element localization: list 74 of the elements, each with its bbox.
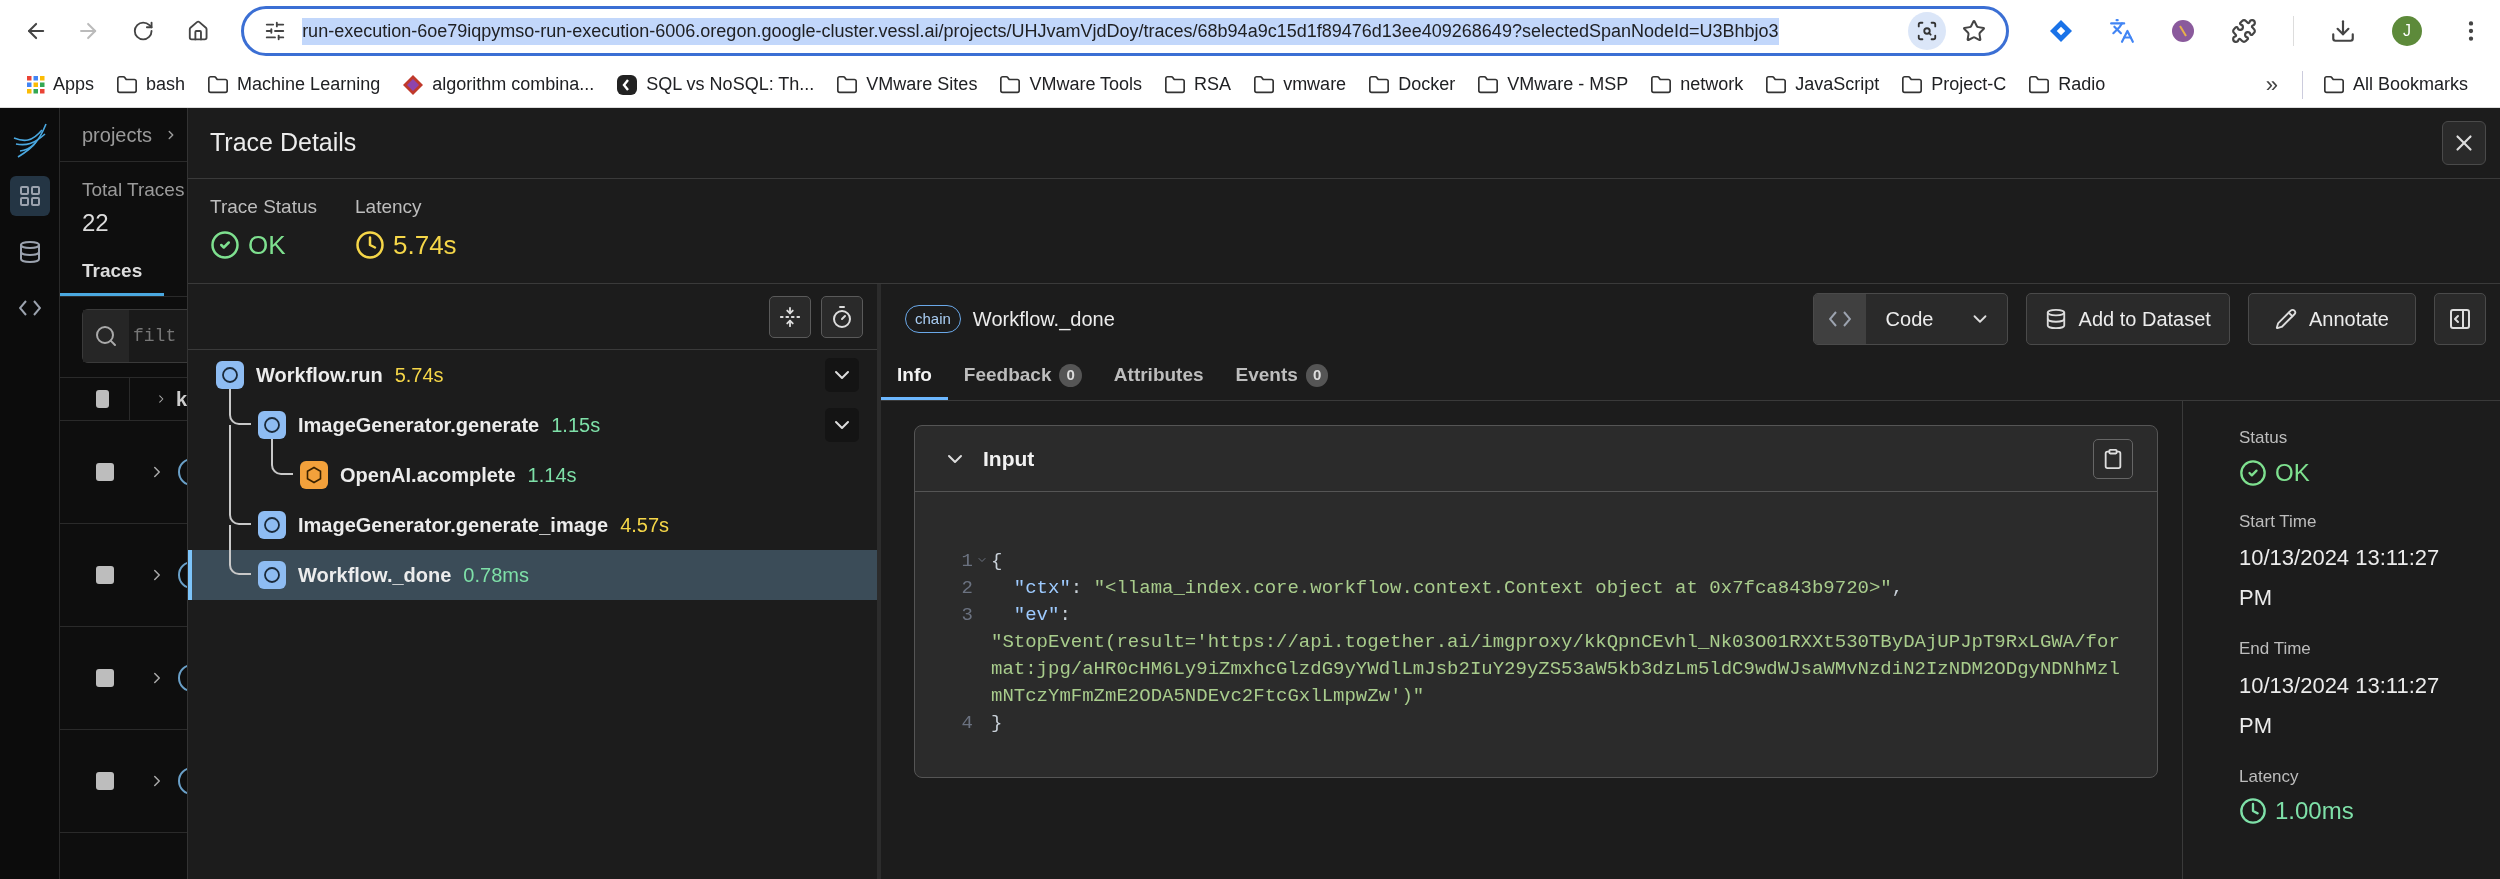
summary-label: Latency: [355, 195, 423, 219]
total-traces-label: Total Traces: [82, 178, 186, 202]
url-text[interactable]: run-execution-6oe79iqpymso-run-execution-6006.oregon.google-cluster.vessl.ai/projects/UHJvamVjdDoy/traces/68b94a9c15d1f89476d13ee409268649?selectedSpanNodeId=U3Bhbjo3: [302, 17, 1779, 45]
annotate-button[interactable]: Annotate: [2247, 293, 2416, 345]
filter-field[interactable]: filt: [82, 309, 187, 363]
bookmarks-overflow-button[interactable]: »: [2253, 68, 2290, 101]
span-duration: 0.78ms: [463, 563, 529, 588]
line-number: 3: [960, 603, 973, 628]
span-name: OpenAI.acomplete: [340, 463, 516, 488]
add-to-dataset-button[interactable]: Add to Dataset: [2025, 293, 2230, 345]
drawer-title: Trace Details: [210, 127, 357, 159]
bookmark-item[interactable]: VMware Tools: [988, 71, 1154, 98]
column-header: k: [175, 387, 187, 412]
section-title: Input: [983, 445, 1035, 472]
span-name: Workflow.run: [256, 363, 383, 388]
span-name: ImageGenerator.generate: [298, 413, 540, 438]
latency-value: 5.74s: [393, 228, 457, 262]
summary-label: Trace Status: [210, 195, 317, 219]
count-badge: 0: [1305, 364, 1329, 387]
detail-tab[interactable]: Info: [881, 354, 948, 400]
line-number: 1: [960, 549, 973, 574]
bookmark-item[interactable]: vmware: [1242, 71, 1358, 98]
status-value: OK: [2275, 457, 2310, 488]
bookmark-item[interactable]: RSA: [1153, 71, 1243, 98]
span-duration: 5.74s: [394, 363, 444, 388]
span-row[interactable]: Workflow.run 5.74s: [188, 350, 877, 400]
span-row[interactable]: ImageGenerator.generate_image 4.57s: [188, 500, 877, 550]
code-line: "ev":: [1012, 603, 1072, 628]
span-row[interactable]: Workflow._done 0.78ms: [188, 550, 877, 600]
detail-tab[interactable]: Feedback 0: [947, 354, 1098, 400]
detail-tab[interactable]: Attributes: [1097, 354, 1220, 400]
bookmark-item[interactable]: Apps: [16, 71, 106, 98]
span-name: Workflow._done: [298, 563, 452, 588]
attribute-value: 10/13/2024 13:11:27 PM: [2239, 671, 2441, 740]
count-badge: 0: [1059, 364, 1082, 387]
attribute-label: Latency: [2239, 765, 2300, 788]
line-number: 4: [960, 711, 973, 736]
span-duration: 4.57s: [620, 513, 670, 538]
profile-avatar[interactable]: J: [2392, 16, 2422, 46]
status-value: OK: [248, 228, 286, 262]
breadcrumb-link[interactable]: projects: [82, 119, 153, 150]
total-traces-count: 22: [82, 207, 110, 238]
detail-tab[interactable]: Events 0: [1219, 354, 1345, 400]
bookmark-item[interactable]: VMware Sites: [825, 71, 989, 98]
all-bookmarks-item[interactable]: All Bookmarks: [2314, 71, 2476, 98]
line-number: 2: [960, 576, 973, 601]
attribute-label: End Time: [2239, 638, 2312, 660]
bookmark-item[interactable]: bash: [105, 71, 197, 98]
attribute-value: 10/13/2024 13:11:27 PM: [2239, 544, 2441, 612]
span-title: Workflow._done: [972, 307, 1115, 333]
span-row[interactable]: OpenAI.acomplete 1.14s: [188, 450, 877, 500]
view-mode-select[interactable]: Code: [1812, 293, 2008, 345]
code-string: "StopEvent(result='https://api.together.ai/imgproxy/kkQpnCEvhl_Nk03O01RXXt530TByDAjUPJpT9RxLGWA/format:jpg/aHR0cHM6Ly9iZmxhcGlzdG9yYWdlLmJsb2IuY29yZS53aW5kb3dzLm5ldC9wdWJsaWMvNzdiN2IzNDM2ODgyNDNhMzlmNTczYmFmZmE2ODA5NDEvc2FtcGxlLmpwZw')": [991, 630, 2120, 709]
traces-tab[interactable]: Traces: [60, 248, 164, 296]
attribute-label: Start Time: [2239, 510, 2318, 533]
address-bar[interactable]: run-execution-6oe79iqpymso-run-execution-6006.oregon.google-cluster.vessl.ai/projects/UHJvamVjdDoy/traces/68b94a9c15d1f89476d13ee409268649?selectedSpanNodeId=U3Bhbjo3: [241, 6, 2009, 56]
bookmark-item[interactable]: Project-C: [1890, 71, 2018, 98]
bookmark-item[interactable]: algorithm combina...: [391, 71, 606, 98]
bookmark-item[interactable]: network: [1639, 71, 1755, 98]
bookmark-item[interactable]: Radio: [2017, 71, 2117, 98]
attribute-label: Status: [2239, 427, 2289, 449]
span-row[interactable]: ImageGenerator.generate 1.15s: [188, 400, 877, 450]
span-duration: 1.14s: [527, 463, 577, 488]
bookmark-item[interactable]: VMware - MSP: [1466, 71, 1640, 98]
bookmark-item[interactable]: JavaScript: [1754, 71, 1891, 98]
code-brace: {: [991, 549, 1003, 574]
bookmark-item[interactable]: SQL vs NoSQL: Th...: [605, 71, 826, 98]
span-duration: 1.15s: [551, 413, 601, 438]
code-brace: }: [991, 711, 1003, 736]
bookmark-item[interactable]: Docker: [1357, 71, 1467, 98]
latency-value: 1.00ms: [2275, 796, 2354, 826]
code-line: "ctx": "<llama_index.core.workflow.context.Context object at 0x7fca843b9720>",: [1012, 576, 1904, 601]
span-name: ImageGenerator.generate_image: [298, 513, 609, 538]
bookmark-item[interactable]: Machine Learning: [196, 71, 392, 98]
